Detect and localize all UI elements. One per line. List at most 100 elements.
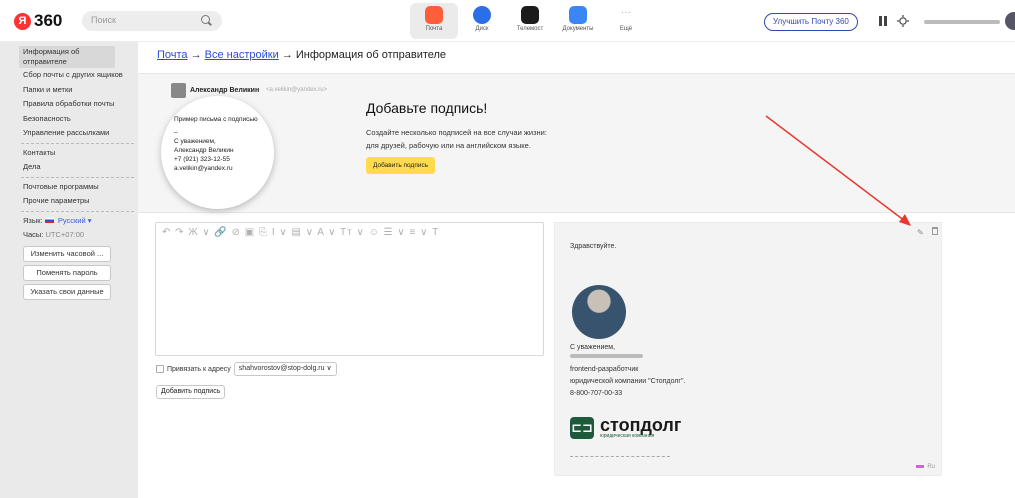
chevron-down-icon[interactable]: ▾ [88,216,92,225]
sidebar-item-contacts[interactable]: Контакты [0,146,138,161]
app-telemost[interactable]: Телемост [506,3,554,39]
add-signature-promo-button[interactable]: Добавить подпись [366,157,436,174]
preview-language: Ru [915,464,935,470]
search-placeholder: Поиск [91,15,116,25]
timezone-label: Часы: [23,230,44,239]
example-line: a.velikin@yandex.ru [174,165,233,172]
sidebar-item-tasks[interactable]: Дела [0,160,138,175]
trash-icon[interactable] [932,227,938,235]
language-label: Язык: [23,215,43,225]
app-label: Почта [425,26,443,32]
timezone-value: UTC+07:00 [45,230,85,239]
edit-personal-data-button[interactable]: Указать свои данные [23,283,111,300]
breadcrumb-all-settings-link[interactable]: Все настройки [205,49,279,61]
app-label: Ещё [619,26,633,32]
preview-greeting: Здравствуйте. [570,243,617,250]
sidebar-item-other[interactable]: Прочие параметры [0,194,138,209]
signature-promo-banner: Александр Великин <a.velikin@yandex.ru> … [138,73,1015,213]
sidebar-item-rules[interactable]: Правила обработки почты [0,97,138,112]
app-label: Диск [475,26,489,32]
mail-icon [425,6,443,24]
search-input[interactable]: Поиск [82,11,222,31]
example-line: +7 (921) 323-12-55 [174,156,230,163]
banner-title: Добавьте подпись! [366,100,488,116]
russia-flag-icon [44,218,54,224]
change-timezone-button[interactable]: Изменить часовой ... [23,245,111,262]
signature-photo [572,285,626,339]
app-disk[interactable]: Диск [458,3,506,39]
app-documents[interactable]: Документы [554,3,602,39]
preview-role: frontend-разработчик [570,366,639,373]
sidebar-divider [21,142,134,144]
upgrade-button[interactable]: Улучшить Почту 360 [764,13,858,31]
signature-preview: ✎ Здравствуйте. С уважением, frontend-ра… [554,222,942,476]
logo-badge: Я [14,12,31,30]
sidebar-item-collect-mail[interactable]: Сбор почты с других ящиков [0,68,138,83]
preview-language-code: Ru [927,464,935,470]
bind-address-row: Привязать к адресу shahvorostov@stop-dol… [156,362,337,376]
top-bar: Я 360 Поиск Почта Диск Телемост Документ… [0,0,1015,42]
logo-name: стопдолг [600,415,682,435]
app-mail[interactable]: Почта [410,3,458,39]
language-row: Язык: Русский ▾ [0,214,138,229]
documents-icon [569,6,587,24]
app-more[interactable]: ··· Ещё [602,3,650,39]
sidebar-divider [21,210,134,212]
breadcrumb-separator: → [190,49,202,61]
sidebar-item-subscriptions[interactable]: Управление рассылками [0,126,138,141]
timezone-row: Часы: UTC+07:00 [0,228,138,243]
banner-desc-line: для друзей, рабочую или на английском яз… [366,141,531,150]
apps-bar: Почта Диск Телемост Документы ··· Ещё [410,3,650,39]
telemost-icon [521,6,539,24]
breadcrumb-separator: → [281,49,293,61]
example-line: С уважением, [174,138,216,145]
sidebar-item-mail-clients[interactable]: Почтовые программы [0,180,138,195]
search-icon[interactable] [201,15,210,24]
sidebar-divider [21,176,134,178]
signature-divider [570,456,670,457]
more-icon: ··· [617,6,635,24]
sidebar-item-sender-info[interactable]: Информация об отправителе [19,46,115,68]
example-sender-name: Александр Великин [190,87,260,94]
chevron-down-icon: ∨ [326,365,332,372]
preview-phone: 8-800-707-00-33 [570,390,623,397]
formatting-toolbar[interactable]: ↶ ↷ Ж ∨ 🔗 ⊘ ▣ ⎘ I ∨ ▤ ∨ A ∨ Tт ∨ ☺ ☰ ∨ ≡… [162,227,439,238]
pause-icon[interactable] [877,15,889,27]
change-password-button[interactable]: Поменять пароль [23,264,111,281]
settings-icon[interactable] [897,15,909,27]
stopdolg-logo: ⊏⊐ стопдолг юридическая компания [570,415,682,439]
breadcrumb-mail-link[interactable]: Почта [157,49,188,61]
example-avatar [171,83,186,98]
signature-editor[interactable]: ↶ ↷ Ж ∨ 🔗 ⊘ ▣ ⎘ I ∨ ▤ ∨ A ∨ Tт ∨ ☺ ☰ ∨ ≡… [155,222,544,356]
example-sender-email: <a.velikin@yandex.ru> [266,87,328,93]
sidebar-item-folders[interactable]: Папки и метки [0,83,138,98]
stopdolg-logo-mark: ⊏⊐ [570,417,594,439]
add-signature-button[interactable]: Добавить подпись [156,385,226,399]
bind-address-checkbox[interactable] [156,365,164,373]
language-select[interactable]: Русский [58,216,86,225]
language-flag-icon [915,464,924,468]
preview-regards: С уважением, [570,344,616,351]
example-line: Александр Великин [174,147,234,154]
address-select[interactable]: shahvorostov@stop-dolg.ru ∨ [233,362,337,376]
redacted-name [570,354,643,358]
settings-sidebar: Информация об отправителе Сбор почты с д… [0,42,138,498]
disk-icon [473,6,491,24]
breadcrumb: Почта → Все настройки → Информация об от… [157,49,446,61]
yandex-360-logo[interactable]: Я 360 [14,11,62,31]
user-avatar[interactable] [1005,12,1015,30]
edit-pencil-icon[interactable]: ✎ [917,228,924,237]
stopdolg-logo-text: стопдолг юридическая компания [600,415,682,439]
banner-desc-line: Создайте несколько подписей на все случа… [366,128,547,137]
user-name[interactable] [924,20,1000,24]
preview-company: юридической компании "Стопдолг". [570,378,686,385]
app-label: Документы [562,26,594,32]
example-line: Пример письма с подписью [174,116,258,123]
example-line: – [174,129,178,136]
sidebar-item-security[interactable]: Безопасность [0,112,138,127]
bind-address-label: Привязать к адресу [167,365,231,373]
logo-text: 360 [34,11,63,30]
page-title: Информация об отправителе [295,49,447,61]
example-signature-magnifier: Пример письма с подписью – С уважением, … [161,96,274,209]
app-label: Телемост [516,26,544,32]
